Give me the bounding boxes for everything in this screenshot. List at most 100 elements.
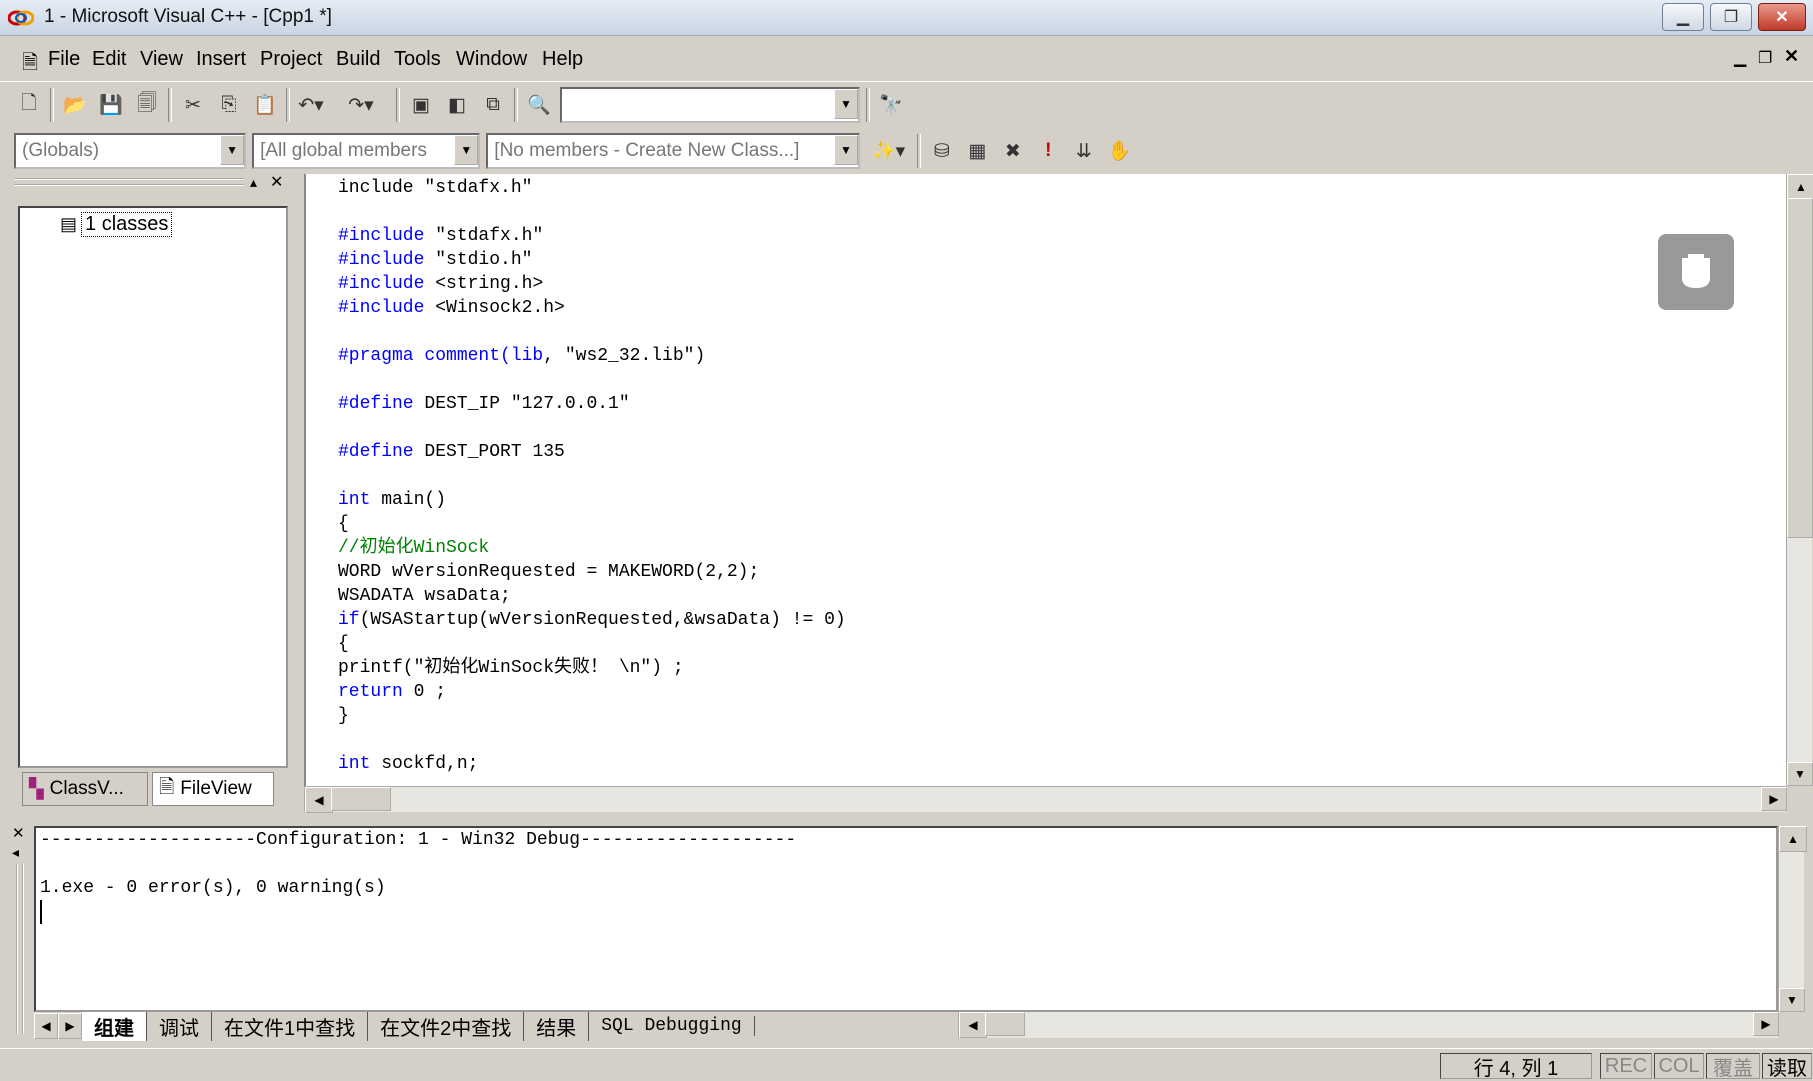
tab-fileview[interactable]: 🗎 FileView bbox=[152, 772, 274, 806]
hscroll-thumb[interactable] bbox=[985, 1012, 1025, 1036]
wizard-wand-icon[interactable]: ✨▾ bbox=[866, 136, 911, 166]
output-pane-maximize-icon[interactable]: ◂ bbox=[12, 844, 19, 861]
menu-window[interactable]: Window bbox=[456, 48, 527, 71]
workspace-window-icon[interactable]: ▣ bbox=[406, 90, 436, 120]
tab-find-in-files-2[interactable]: 在文件2中查找 bbox=[368, 1011, 525, 1041]
paste-icon[interactable]: 📋 bbox=[250, 90, 280, 120]
tab-debug[interactable]: 调试 bbox=[147, 1011, 212, 1041]
code-line[interactable]: #pragma comment(lib, "ws2_32.lib") bbox=[338, 344, 705, 368]
code-line[interactable]: #include <Winsock2.h> bbox=[338, 296, 565, 320]
mdi-restore-button[interactable]: ❐ bbox=[1758, 48, 1772, 68]
scroll-right-icon[interactable]: ▶ bbox=[1761, 787, 1787, 811]
menu-tools[interactable]: Tools bbox=[394, 48, 441, 71]
code-line[interactable]: return 0 ; bbox=[338, 680, 446, 704]
stop-build-icon[interactable]: ✖ bbox=[998, 136, 1027, 166]
chevron-down-icon[interactable]: ▼ bbox=[833, 135, 858, 165]
scroll-thumb[interactable] bbox=[1787, 198, 1813, 538]
code-line[interactable]: #include "stdio.h" bbox=[338, 248, 532, 272]
copy-icon[interactable]: ⎘ bbox=[214, 90, 244, 120]
output-pane-close-icon[interactable]: ✕ bbox=[12, 824, 25, 842]
overlay-cup-icon[interactable] bbox=[1658, 234, 1734, 310]
code-line[interactable]: WORD wVersionRequested = MAKEWORD(2,2); bbox=[338, 560, 759, 584]
undo-icon[interactable]: ↶▾ bbox=[296, 90, 326, 120]
mdi-close-button[interactable]: ✕ bbox=[1784, 46, 1799, 67]
new-file-icon[interactable]: 🗋 bbox=[14, 90, 44, 120]
scroll-down-icon[interactable]: ▼ bbox=[1787, 762, 1813, 786]
pane-close-icon[interactable]: ✕ bbox=[270, 172, 283, 192]
tab-build[interactable]: 组建 bbox=[82, 1011, 147, 1041]
code-line[interactable]: if(WSAStartup(wVersionRequested,&wsaData… bbox=[338, 608, 846, 632]
class-tree[interactable]: ▤ 1 classes bbox=[18, 206, 288, 768]
menu-view[interactable]: View bbox=[140, 48, 183, 71]
find-binoculars-icon[interactable]: 🔭 bbox=[876, 90, 906, 120]
editor-vertical-scrollbar[interactable]: ▲ ▼ bbox=[1786, 174, 1813, 786]
menu-project[interactable]: Project bbox=[260, 48, 322, 71]
cut-icon[interactable]: ✂ bbox=[178, 90, 208, 120]
tab-scroll-left-icon[interactable]: ◀ bbox=[34, 1013, 58, 1039]
pane-maximize-icon[interactable]: ▴ bbox=[250, 174, 257, 191]
scroll-up-icon[interactable]: ▲ bbox=[1779, 826, 1807, 852]
code-line[interactable]: #include "stdafx.h" bbox=[338, 224, 543, 248]
editor-horizontal-scrollbar[interactable]: ◀ ▶ bbox=[304, 786, 1787, 813]
open-folder-icon[interactable]: 📂 bbox=[60, 90, 90, 120]
minimize-button[interactable]: ▁ bbox=[1662, 3, 1704, 31]
scroll-right-icon[interactable]: ▶ bbox=[1753, 1012, 1779, 1036]
code-line[interactable]: include "stdafx.h" bbox=[338, 176, 532, 200]
restore-button[interactable]: ❐ bbox=[1710, 3, 1752, 31]
menu-edit[interactable]: Edit bbox=[92, 48, 126, 71]
output-pane-grip[interactable] bbox=[16, 864, 24, 1034]
code-line[interactable]: //初始化WinSock bbox=[338, 536, 489, 560]
filter-combo[interactable]: [All global members ▼ bbox=[252, 133, 481, 169]
mdi-minimize-button[interactable]: ▁ bbox=[1734, 48, 1746, 68]
code-line[interactable]: #define DEST_IP "127.0.0.1" bbox=[338, 392, 630, 416]
menu-help[interactable]: Help bbox=[542, 48, 583, 71]
hscroll-thumb[interactable] bbox=[331, 787, 391, 811]
app-icon[interactable] bbox=[7, 7, 35, 29]
tab-scroll-right-icon[interactable]: ▶ bbox=[58, 1013, 82, 1039]
redo-icon[interactable]: ↷▾ bbox=[346, 90, 376, 120]
breakpoint-hand-icon[interactable]: ✋ bbox=[1105, 136, 1134, 166]
code-line[interactable]: } bbox=[338, 704, 349, 728]
tab-sql-debugging[interactable]: SQL Debugging bbox=[589, 1016, 755, 1036]
compile-icon[interactable]: ⛁ bbox=[927, 136, 956, 166]
output-window-icon[interactable]: ◧ bbox=[442, 90, 472, 120]
find-in-files-icon[interactable]: 🔍 bbox=[524, 90, 554, 120]
save-all-icon[interactable]: 🗐 bbox=[132, 90, 162, 120]
tab-results[interactable]: 结果 bbox=[524, 1011, 590, 1041]
save-icon[interactable]: 💾 bbox=[96, 90, 126, 120]
document-icon[interactable]: 🗎 bbox=[22, 48, 38, 82]
scroll-up-icon[interactable]: ▲ bbox=[1787, 174, 1813, 200]
code-line[interactable]: int sockfd,n; bbox=[338, 752, 478, 776]
scroll-down-icon[interactable]: ▼ bbox=[1779, 988, 1805, 1012]
output-vertical-scrollbar[interactable]: ▲ ▼ bbox=[1778, 826, 1807, 1012]
tab-find-in-files-1[interactable]: 在文件1中查找 bbox=[212, 1011, 369, 1041]
code-line[interactable]: #include <string.h> bbox=[338, 272, 543, 296]
output-window[interactable]: --------------------Configuration: 1 - W… bbox=[34, 826, 1778, 1012]
menu-file[interactable]: File bbox=[48, 48, 80, 71]
chevron-down-icon[interactable]: ▼ bbox=[220, 135, 245, 165]
code-line[interactable]: { bbox=[338, 632, 349, 656]
class-combo[interactable]: (Globals) ▼ bbox=[14, 133, 247, 169]
scroll-left-icon[interactable]: ◀ bbox=[959, 1012, 987, 1038]
code-line[interactable]: int main() bbox=[338, 488, 446, 512]
code-line[interactable]: #define DEST_PORT 135 bbox=[338, 440, 565, 464]
code-line[interactable]: WSADATA wsaData; bbox=[338, 584, 511, 608]
tree-root-item[interactable]: ▤ 1 classes bbox=[60, 212, 173, 237]
code-editor[interactable]: include "stdafx.h" #include "stdafx.h" #in… bbox=[304, 174, 1786, 786]
pane-grip[interactable] bbox=[14, 178, 244, 186]
scroll-left-icon[interactable]: ◀ bbox=[305, 787, 333, 813]
execute-icon[interactable]: ! bbox=[1034, 136, 1063, 166]
go-icon[interactable]: ⇊ bbox=[1069, 136, 1098, 166]
build-icon[interactable]: ▦ bbox=[963, 136, 992, 166]
code-line[interactable]: { bbox=[338, 512, 349, 536]
chevron-down-icon[interactable]: ▼ bbox=[454, 135, 479, 165]
window-list-icon[interactable]: ⧉ bbox=[478, 90, 508, 120]
menu-insert[interactable]: Insert bbox=[196, 48, 246, 71]
find-combo[interactable]: ▼ bbox=[560, 87, 860, 123]
close-button[interactable]: ✕ bbox=[1758, 3, 1806, 31]
output-horizontal-scrollbar[interactable]: ◀ ▶ bbox=[958, 1012, 1779, 1038]
code-line[interactable]: printf("初始化WinSock失败！ \n") ; bbox=[338, 656, 684, 680]
chevron-down-icon[interactable]: ▼ bbox=[834, 89, 858, 119]
members-combo[interactable]: [No members - Create New Class...] ▼ bbox=[486, 133, 860, 169]
tab-classview[interactable]: ▚ ClassV... bbox=[22, 772, 148, 806]
